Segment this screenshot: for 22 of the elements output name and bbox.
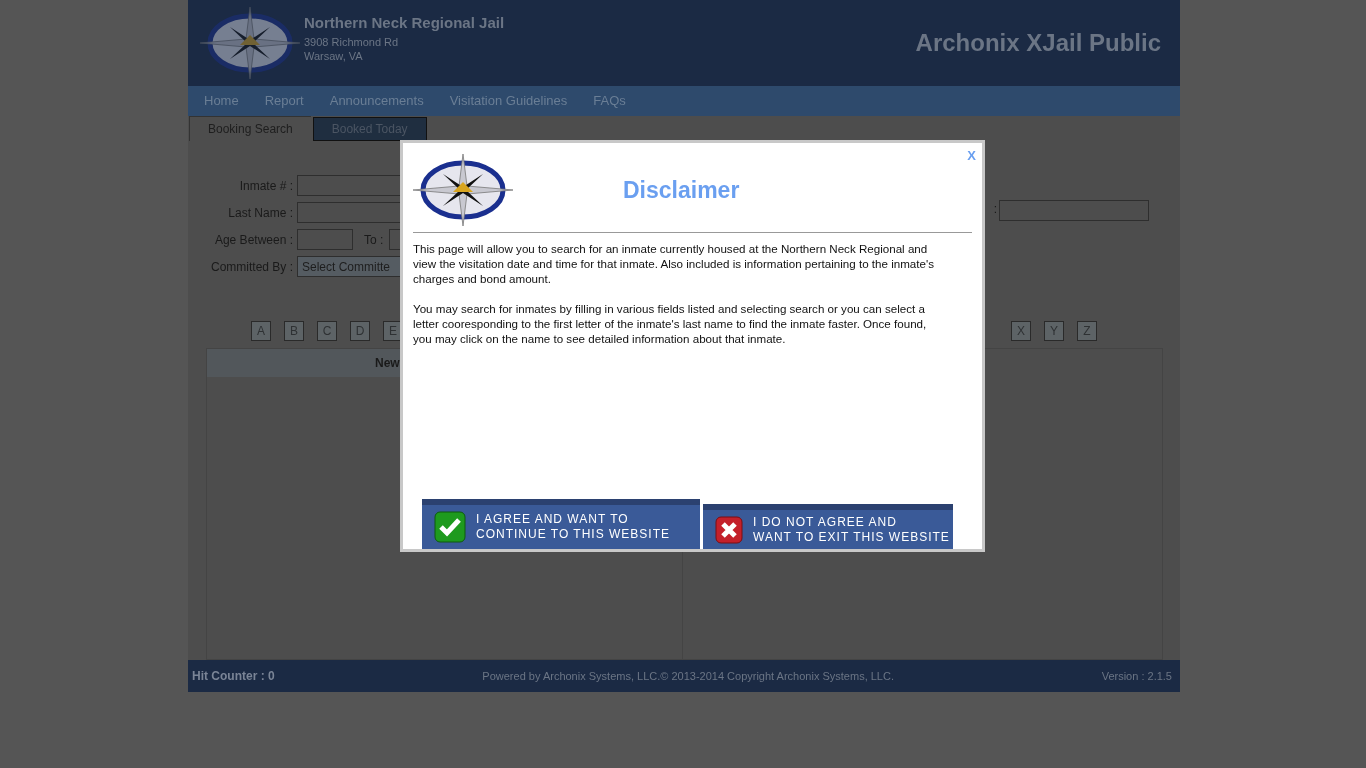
disagree-button[interactable]: I DO NOT AGREE AND WANT TO EXIT THIS WEBSITE — [703, 504, 953, 549]
address-line: Warsaw, VA — [304, 48, 364, 63]
nav-link[interactable]: Announcements — [329, 91, 424, 111]
hit-counter: Hit Counter : 0 — [192, 668, 275, 685]
jail-name: Northern Neck Regional Jail — [304, 13, 505, 33]
field-label: : — [993, 201, 997, 218]
close-icon — [715, 515, 743, 544]
nav-link[interactable]: Report — [264, 91, 304, 111]
text-field[interactable] — [999, 200, 1149, 221]
app-title: Archonix XJail Public — [915, 28, 1161, 58]
address-line: 3908 Richmond Rd — [304, 34, 400, 49]
nav-link[interactable]: FAQs — [593, 91, 626, 111]
version-text: Version : 2.1.5 — [1101, 668, 1172, 684]
disclaimer-paragraph: You may search for inmates by filling in various fields listed and selecting search or you can select a letter cooresponding to the first letter of the inmate's last name to find the inmate faster. Once found, you may click on the name to see detailed information about that inmate. — [413, 301, 928, 346]
nav-link[interactable]: Visitation Guidelines — [449, 91, 568, 111]
dialog-title: Disclaimer — [623, 175, 740, 205]
nav-link[interactable]: Home — [204, 91, 239, 111]
copyright-text: Powered by Archonix Systems, LLC.© 2013-2014 Copyright Archonix Systems, LLC. — [482, 668, 894, 684]
close-button[interactable]: X — [967, 146, 976, 166]
agree-button[interactable]: I AGREE AND WANT TO CONTINUE TO THIS WEBSITE — [422, 499, 700, 549]
check-icon — [434, 511, 466, 543]
age-from-field[interactable] — [297, 229, 353, 250]
